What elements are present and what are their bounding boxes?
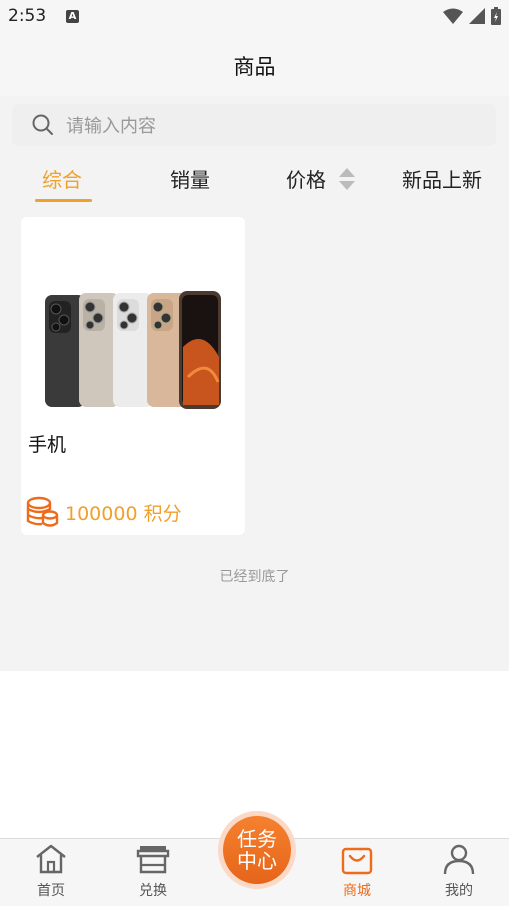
product-points: 100000 积分 [25, 495, 182, 529]
nav-home[interactable]: 首页 [11, 843, 91, 900]
sort-arrows-icon[interactable] [339, 168, 355, 190]
signal-icon [469, 8, 485, 24]
search-input[interactable]: 请输入内容 [12, 104, 496, 146]
nav-mall[interactable]: 商城 [317, 843, 397, 900]
store-icon [136, 846, 170, 874]
tab-new-arrivals[interactable]: 新品上新 [402, 164, 482, 193]
notification-icon: A [66, 10, 79, 23]
nav-mall-label: 商城 [343, 883, 371, 899]
battery-icon [491, 7, 501, 25]
search-icon [32, 114, 53, 135]
bottom-nav: 首页 兑换 任务 中心 商城 我的 [0, 811, 509, 906]
product-card[interactable]: 手机 100000 积分 [21, 217, 245, 535]
shopping-bag-icon [341, 847, 373, 875]
task-center-inner: 任务 中心 [223, 816, 291, 884]
active-tab-underline [35, 199, 92, 202]
status-time: 2:53 [8, 6, 47, 26]
task-center-button[interactable]: 任务 中心 [218, 811, 296, 889]
home-icon [36, 844, 66, 874]
filter-tabs: 综合 销量 价格 新品上新 [0, 158, 509, 202]
product-image [45, 291, 221, 409]
nav-exchange[interactable]: 兑换 [113, 843, 193, 900]
tab-sales[interactable]: 销量 [170, 164, 210, 193]
coins-icon [26, 496, 59, 527]
main-content: 请输入内容 综合 销量 价格 新品上新 手机 100000 积分 已经到底了 [0, 96, 509, 671]
tab-comprehensive[interactable]: 综合 [42, 164, 82, 193]
task-center-line2: 中心 [237, 849, 277, 873]
nav-mine[interactable]: 我的 [419, 843, 499, 900]
product-name: 手机 [28, 434, 67, 456]
list-end-text: 已经到底了 [219, 569, 290, 585]
tab-price[interactable]: 价格 [286, 164, 326, 193]
search-placeholder: 请输入内容 [66, 116, 156, 137]
nav-exchange-label: 兑换 [139, 883, 167, 899]
page-header: 商品 [0, 34, 509, 96]
page-title: 商品 [233, 55, 276, 79]
nav-mine-label: 我的 [445, 883, 473, 899]
wifi-icon [443, 8, 463, 24]
points-value: 100000 积分 [65, 502, 182, 525]
user-icon [443, 844, 475, 875]
task-center-line1: 任务 [237, 827, 277, 851]
status-bar: 2:53 A [0, 0, 509, 34]
status-icons [443, 7, 501, 25]
nav-home-label: 首页 [37, 883, 65, 899]
